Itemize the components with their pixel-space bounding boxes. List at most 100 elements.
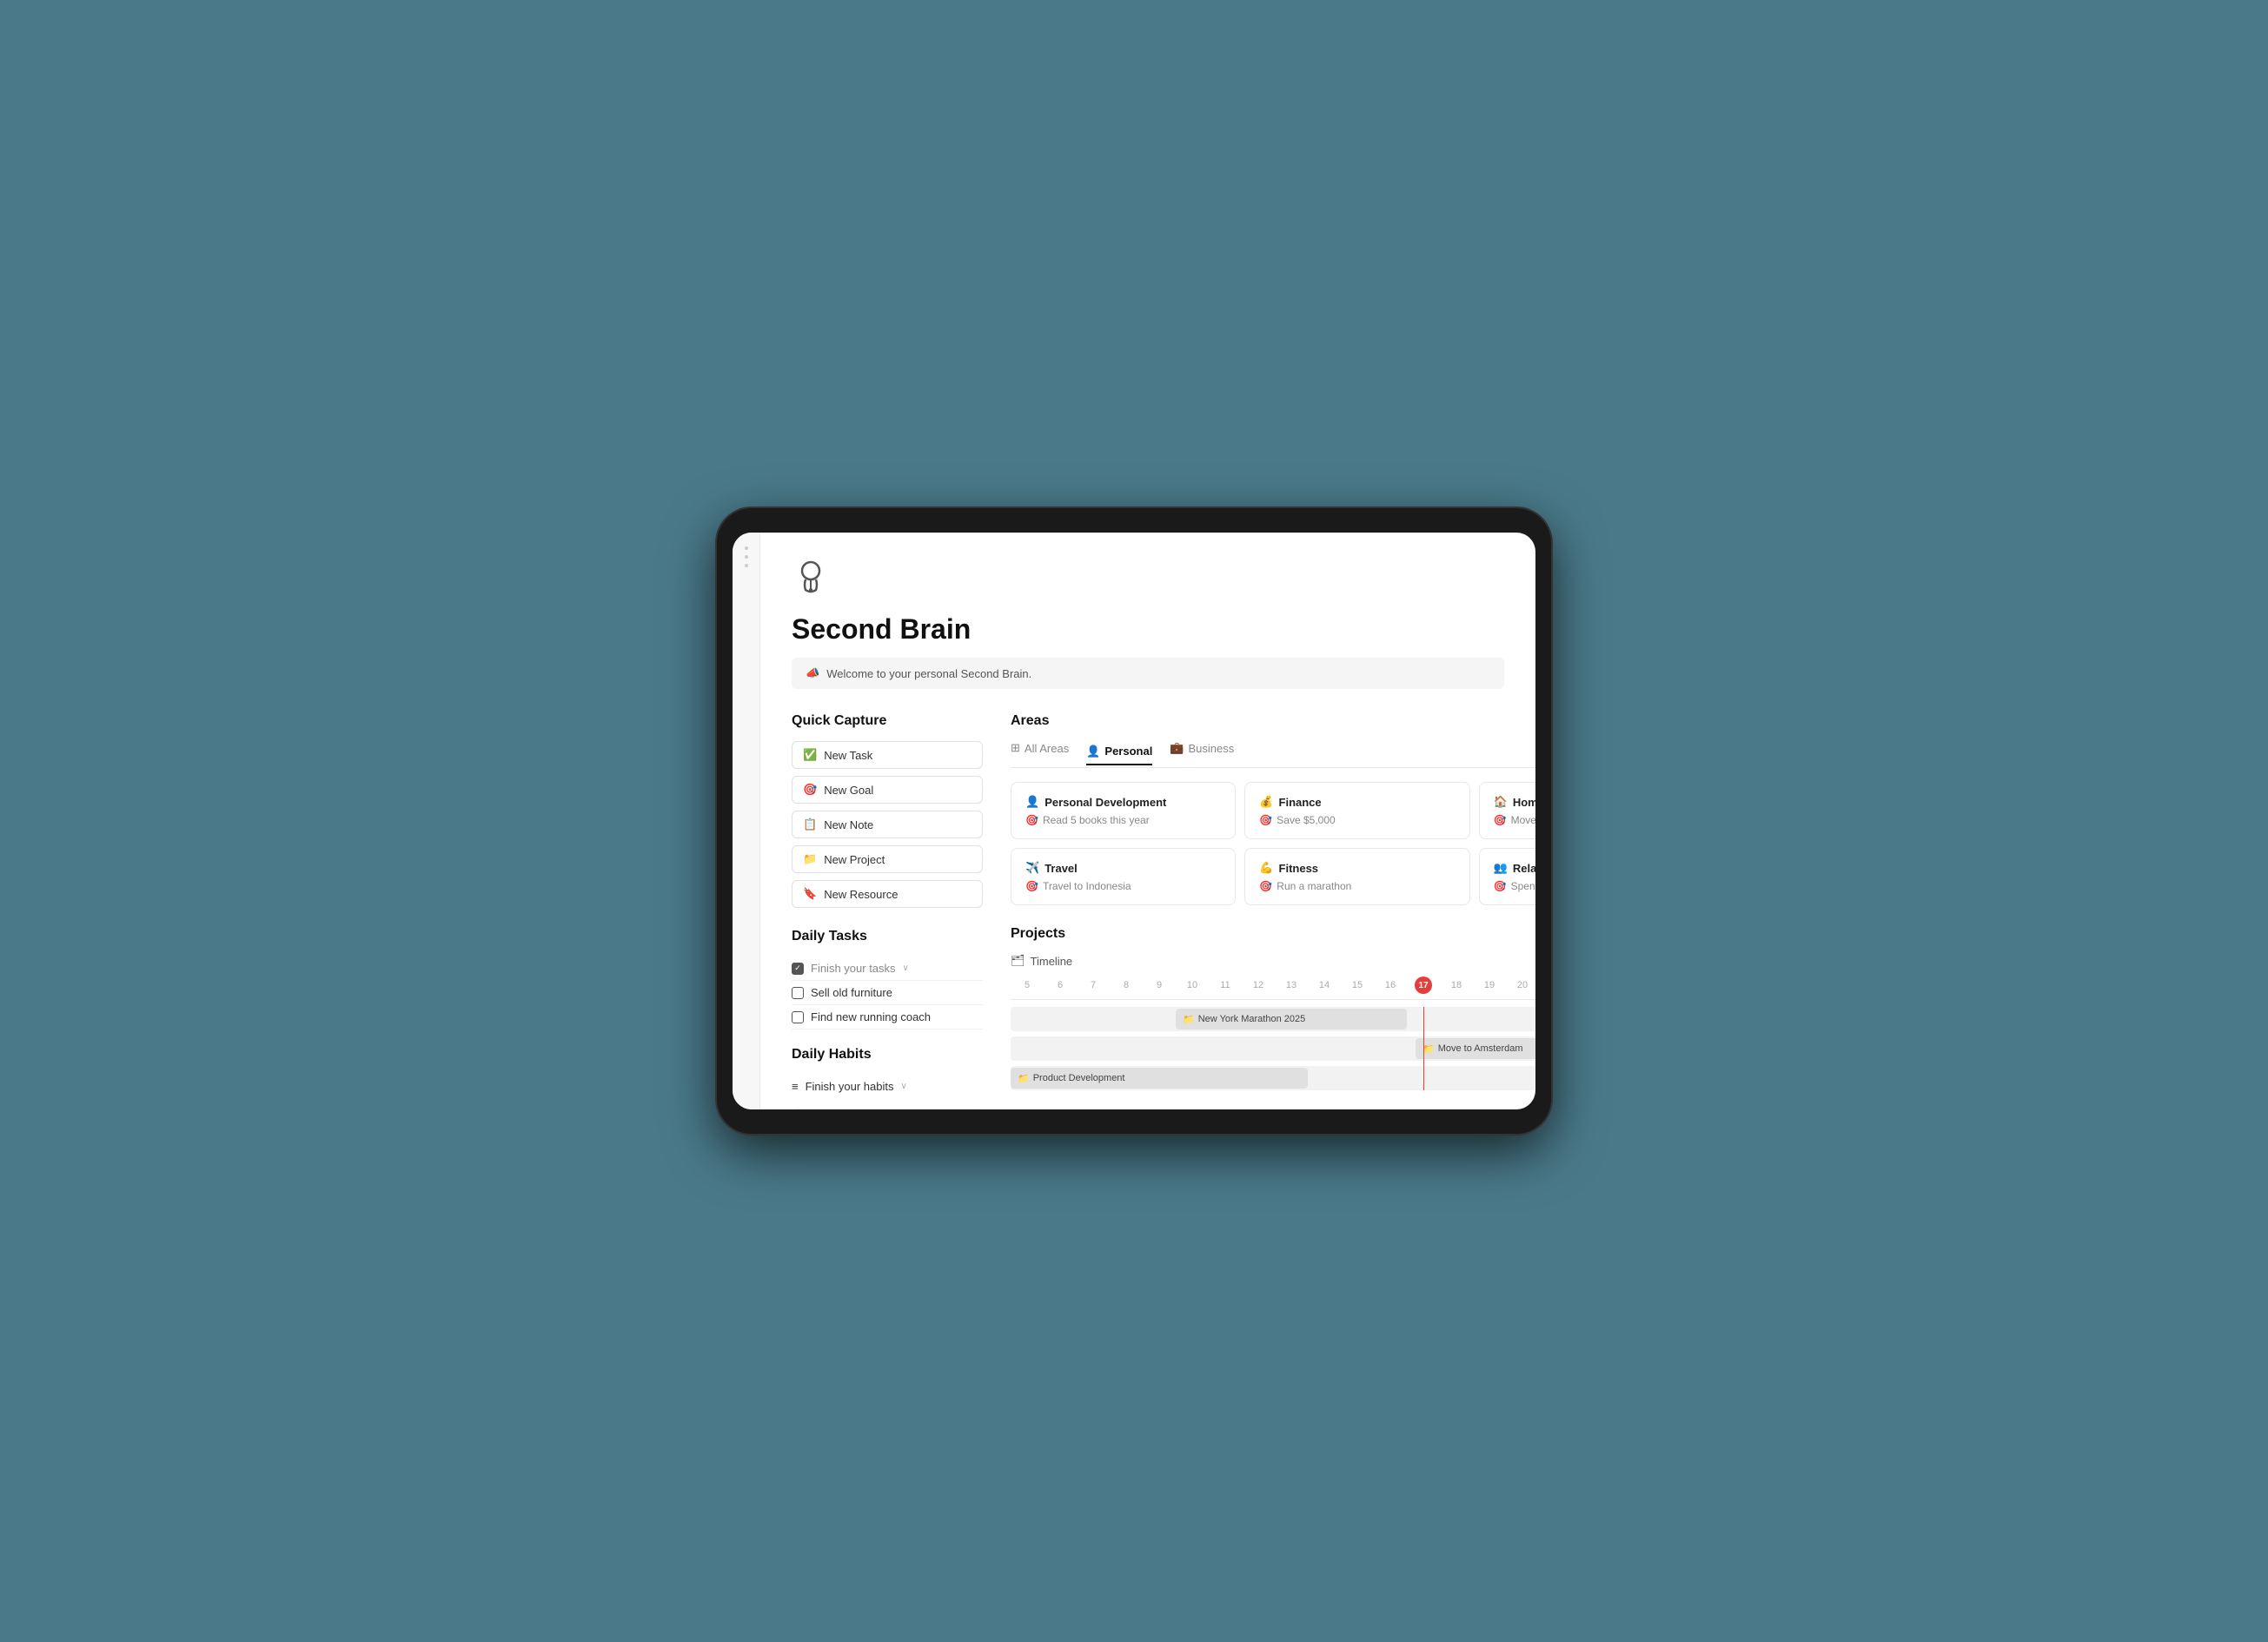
note-icon: 📋 xyxy=(803,818,817,831)
tab-personal[interactable]: 👤 Personal xyxy=(1086,745,1152,765)
new-goal-button[interactable]: 🎯 New Goal xyxy=(792,776,983,804)
habits-list-icon: ≡ xyxy=(792,1080,799,1093)
bar-label: Product Development xyxy=(1033,1073,1125,1083)
area-card-relationships[interactable]: 👥 Relationships 🎯 Spend more time with f… xyxy=(1479,848,1535,905)
tab-all-areas[interactable]: ⊞ All Areas xyxy=(1011,741,1069,760)
main-content: Second Brain 📣 Welcome to your personal … xyxy=(760,533,1535,1109)
area-card-fitness[interactable]: 💪 Fitness 🎯 Run a marathon xyxy=(1244,848,1469,905)
timeline-num: 19 xyxy=(1473,980,1506,990)
area-card-title: 👤 Personal Development xyxy=(1025,795,1221,809)
person-icon: 👤 xyxy=(1025,795,1039,809)
projects-section: Projects 🗂 Timeline 5 6 7 xyxy=(1011,926,1535,1090)
area-card-title: 💰 Finance xyxy=(1259,795,1455,809)
timeline-rows: 📁 New York Marathon 2025 📁 Move to Amste… xyxy=(1011,1007,1535,1090)
home-icon: 🏠 xyxy=(1494,795,1508,809)
new-note-label: New Note xyxy=(824,818,873,831)
area-card-goal: 🎯 Move to a new country xyxy=(1494,814,1535,826)
new-note-button[interactable]: 📋 New Note xyxy=(792,811,983,838)
timeline-bar-amsterdam: 📁 Move to Amsterdam xyxy=(1416,1038,1535,1059)
goal-icon-small: 🎯 xyxy=(1025,814,1038,826)
timeline-icon: 🗂 xyxy=(1011,954,1025,968)
area-card-goal: 🎯 Travel to Indonesia xyxy=(1025,880,1221,892)
timeline-num: 14 xyxy=(1308,980,1341,990)
timeline-current-line xyxy=(1423,1007,1424,1090)
timeline-bar-product: 📁 Product Development xyxy=(1011,1068,1308,1089)
new-resource-label: New Resource xyxy=(824,888,898,901)
relationships-icon: 👥 xyxy=(1494,861,1508,875)
new-task-button[interactable]: ✅ New Task xyxy=(792,741,983,769)
briefcase-icon: 💼 xyxy=(1170,741,1184,755)
area-card-goal: 🎯 Run a marathon xyxy=(1259,880,1455,892)
project-icon: 📁 xyxy=(1422,1043,1435,1055)
timeline-num: 6 xyxy=(1044,980,1077,990)
welcome-text: Welcome to your personal Second Brain. xyxy=(826,667,1031,680)
goal-icon-small: 🎯 xyxy=(1025,880,1038,892)
timeline-num: 5 xyxy=(1011,980,1044,990)
habits-label: Finish your habits xyxy=(806,1080,894,1093)
goal-icon-small: 🎯 xyxy=(1494,814,1507,826)
left-column: Quick Capture ✅ New Task 🎯 New Goal xyxy=(792,713,983,1109)
sidebar-dot xyxy=(745,564,748,567)
timeline-num: 18 xyxy=(1440,980,1473,990)
tab-all-label: All Areas xyxy=(1025,742,1069,755)
folder-icon: 📁 xyxy=(803,852,817,866)
timeline-row: 📁 Move to Amsterdam xyxy=(1011,1036,1535,1061)
area-card-goal: 🎯 Read 5 books this year xyxy=(1025,814,1221,826)
task-checkbox[interactable] xyxy=(792,987,804,999)
sidebar-dot xyxy=(745,555,748,559)
check-circle-icon: ✅ xyxy=(803,748,817,762)
goal-icon-small: 🎯 xyxy=(1259,880,1272,892)
megaphone-icon: 📣 xyxy=(806,666,819,680)
task-item[interactable]: ✓ Finish your tasks ∨ xyxy=(792,957,983,981)
goal-icon-small: 🎯 xyxy=(1494,880,1507,892)
timeline-current-day: 17 xyxy=(1415,977,1432,994)
tablet-screen: Second Brain 📣 Welcome to your personal … xyxy=(733,533,1535,1109)
timeline-row: 📁 Product Development xyxy=(1011,1066,1535,1090)
areas-grid: 👤 Personal Development 🎯 Read 5 books th… xyxy=(1011,782,1535,905)
timeline-num: 8 xyxy=(1110,980,1143,990)
area-card-travel[interactable]: ✈️ Travel 🎯 Travel to Indonesia xyxy=(1011,848,1236,905)
daily-tasks-title: Daily Tasks xyxy=(792,929,983,944)
goal-icon: 🎯 xyxy=(803,783,817,797)
area-card-personal-dev[interactable]: 👤 Personal Development 🎯 Read 5 books th… xyxy=(1011,782,1236,839)
timeline-num: 16 xyxy=(1374,980,1407,990)
habits-chevron: ∨ xyxy=(900,1082,906,1091)
timeline-text: Timeline xyxy=(1031,955,1073,968)
tablet-frame: Second Brain 📣 Welcome to your personal … xyxy=(717,508,1551,1134)
quick-capture-section: Quick Capture ✅ New Task 🎯 New Goal xyxy=(792,713,983,908)
two-column-layout: Quick Capture ✅ New Task 🎯 New Goal xyxy=(792,713,1504,1109)
task-label: Find new running coach xyxy=(811,1010,931,1023)
habits-item[interactable]: ≡ Finish your habits ∨ xyxy=(792,1075,983,1098)
projects-title: Projects xyxy=(1011,926,1535,942)
timeline-row: 📁 New York Marathon 2025 xyxy=(1011,1007,1535,1031)
areas-title: Areas xyxy=(1011,713,1535,729)
area-card-title: 💪 Fitness xyxy=(1259,861,1455,875)
timeline-num: 15 xyxy=(1341,980,1374,990)
area-card-home[interactable]: 🏠 Home 🎯 Move to a new country xyxy=(1479,782,1535,839)
daily-tasks-section: Daily Tasks ✓ Finish your tasks ∨ Sell o… xyxy=(792,929,983,1030)
sidebar-strip xyxy=(733,533,760,1109)
dropdown-chevron: ∨ xyxy=(903,963,909,973)
tab-business[interactable]: 💼 Business xyxy=(1170,741,1234,760)
area-card-title: 🏠 Home xyxy=(1494,795,1535,809)
bookmark-icon: 🔖 xyxy=(803,887,817,901)
new-goal-label: New Goal xyxy=(824,784,873,797)
task-checkbox-done[interactable]: ✓ xyxy=(792,963,804,975)
area-card-goal: 🎯 Save $5,000 xyxy=(1259,814,1455,826)
task-item[interactable]: Sell old furniture xyxy=(792,981,983,1005)
new-resource-button[interactable]: 🔖 New Resource xyxy=(792,880,983,908)
goal-icon-small: 🎯 xyxy=(1259,814,1272,826)
fitness-icon: 💪 xyxy=(1259,861,1273,875)
person-icon: 👤 xyxy=(1086,745,1100,758)
timeline-container: 5 6 7 8 9 10 11 12 13 14 15 xyxy=(1011,977,1535,1090)
timeline-label: 🗂 Timeline xyxy=(1011,954,1535,968)
brain-icon xyxy=(792,559,1504,605)
area-card-finance[interactable]: 💰 Finance 🎯 Save $5,000 xyxy=(1244,782,1469,839)
area-card-title: 👥 Relationships xyxy=(1494,861,1535,875)
new-project-button[interactable]: 📁 New Project xyxy=(792,845,983,873)
task-checkbox[interactable] xyxy=(792,1011,804,1023)
task-item[interactable]: Find new running coach xyxy=(792,1005,983,1030)
timeline-num: 9 xyxy=(1143,980,1176,990)
tab-business-label: Business xyxy=(1189,742,1235,755)
right-column: Areas ⊞ All Areas 👤 Personal xyxy=(1011,713,1535,1109)
